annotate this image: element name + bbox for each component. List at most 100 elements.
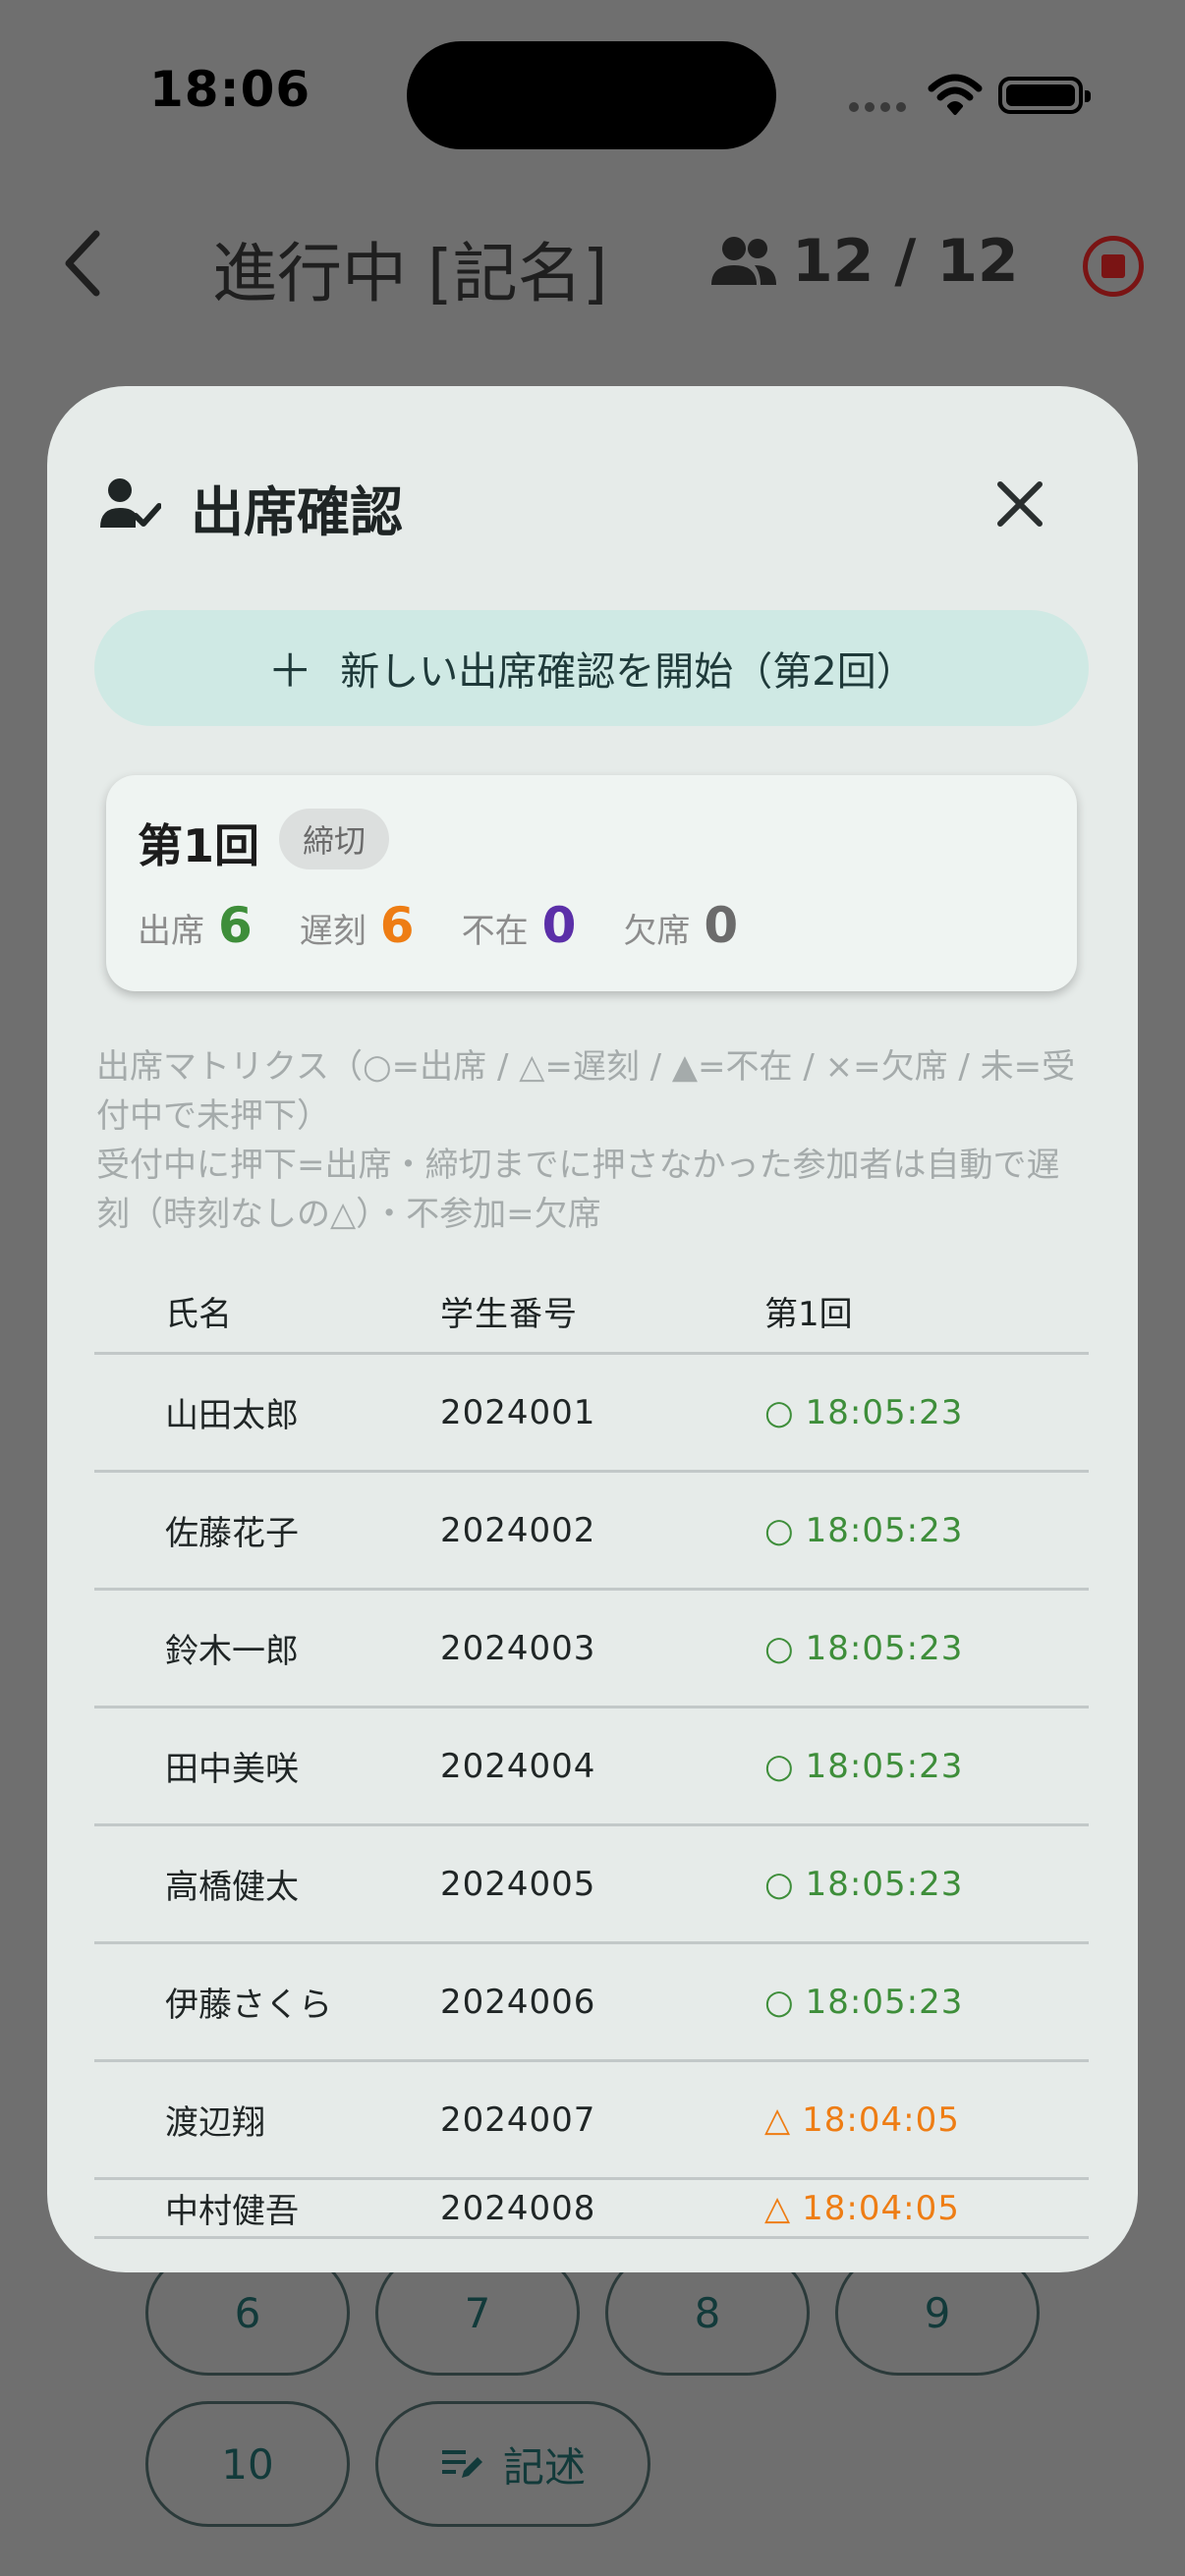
table-row: 伊藤さくら 2024006 ○ 18:05:23 xyxy=(94,1944,1089,2062)
attendance-mark-icon: △ xyxy=(764,2100,791,2140)
status-icons xyxy=(849,71,1091,120)
plus-icon: ＋ xyxy=(267,644,313,698)
screen: 18:06 進行中 [記名] 12 / 12 6 7 8 9 10 記述 出席確… xyxy=(0,0,1185,2576)
stats-row: 出席 6 遅刻 6 不在 0 欠席 0 xyxy=(138,897,785,954)
attendance-mark-icon: ○ xyxy=(764,1510,794,1550)
stat-label: 不在 xyxy=(461,912,529,951)
stat-absent: 欠席 0 xyxy=(623,897,738,954)
close-icon[interactable] xyxy=(990,475,1049,533)
attendance-mark-icon: ○ xyxy=(764,1982,794,2022)
cell-name: 高橋健太 xyxy=(165,1868,299,1907)
cell-round: △ 18:04:05 xyxy=(764,2100,1089,2140)
cell-round: ○ 18:05:23 xyxy=(764,1393,1089,1432)
cell-round: ○ 18:05:23 xyxy=(764,1511,1089,1550)
cell-name: 伊藤さくら xyxy=(165,1986,332,2025)
cell-time: 18:05:23 xyxy=(805,1510,964,1550)
participant-count: 12 / 12 xyxy=(792,227,1019,296)
stat-value: 0 xyxy=(541,897,577,954)
battery-icon xyxy=(998,77,1091,114)
cell-student-id: 2024006 xyxy=(440,1982,596,2022)
stat-value: 6 xyxy=(218,897,253,954)
cell-student-id: 2024007 xyxy=(440,2100,596,2140)
pad-label: 10 xyxy=(221,2439,274,2489)
table-row: 鈴木一郎 2024003 ○ 18:05:23 xyxy=(94,1591,1089,1708)
table-row: 高橋健太 2024005 ○ 18:05:23 xyxy=(94,1826,1089,1944)
cell-round: △ 18:04:05 xyxy=(764,2189,1089,2228)
start-button-label: 新しい出席確認を開始（第2回） xyxy=(340,649,916,695)
cell-student-id: 2024003 xyxy=(440,1628,596,1668)
stat-label: 欠席 xyxy=(623,912,691,951)
cell-time: 18:04:05 xyxy=(802,2188,960,2228)
cell-round: ○ 18:05:23 xyxy=(764,1983,1089,2022)
status-time: 18:06 xyxy=(149,61,311,118)
start-attendance-button[interactable]: ＋ 新しい出席確認を開始（第2回） xyxy=(94,610,1089,726)
stat-present: 出席 6 xyxy=(138,897,253,954)
note-rule: 受付中に押下=出席・締切までに押さなかった参加者は自動で遅刻（時刻なしの△）・不… xyxy=(96,1146,1060,1234)
attendance-mark-icon: ○ xyxy=(764,1628,794,1668)
header-round: 第1回 xyxy=(764,1295,853,1334)
cell-student-id: 2024004 xyxy=(440,1746,596,1786)
cell-student-id: 2024001 xyxy=(440,1392,596,1432)
dialog-title: 出席確認 xyxy=(191,481,403,543)
attendance-mark-icon: ○ xyxy=(764,1864,794,1904)
memo-button[interactable]: 記述 xyxy=(375,2401,650,2527)
table-row: 佐藤花子 2024002 ○ 18:05:23 xyxy=(94,1473,1089,1591)
page-title: 進行中 [記名] xyxy=(212,236,608,311)
cell-name: 田中美咲 xyxy=(165,1750,299,1789)
stop-button[interactable] xyxy=(1083,236,1144,297)
attendance-mark-icon: △ xyxy=(764,2188,791,2228)
pad-button-10[interactable]: 10 xyxy=(145,2401,350,2527)
back-icon[interactable] xyxy=(55,224,114,303)
cell-student-id: 2024005 xyxy=(440,1864,596,1904)
attendance-table: 氏名 学生番号 第1回 山田太郎 2024001 ○ 18:05:23 佐藤花子 2024… xyxy=(94,1270,1089,2239)
pad-label: 8 xyxy=(694,2288,721,2337)
cell-time: 18:05:23 xyxy=(805,1392,964,1432)
table-row: 渡辺翔 2024007 △ 18:04:05 xyxy=(94,2062,1089,2180)
signal-icon xyxy=(849,102,906,112)
cell-student-id: 2024002 xyxy=(440,1510,596,1550)
memo-label: 記述 xyxy=(502,2442,586,2492)
pad-label: 7 xyxy=(464,2288,491,2337)
dynamic-island xyxy=(407,41,776,149)
wifi-icon xyxy=(928,74,983,115)
header-name: 氏名 xyxy=(165,1295,232,1334)
cell-student-id: 2024008 xyxy=(440,2188,596,2228)
attendance-mark-icon: ○ xyxy=(764,1746,794,1786)
matrix-notes: 出席マトリクス（○=出席 / △=遅刻 / ▲=不在 / ×=欠席 / 未=受付… xyxy=(96,1042,1091,1239)
stat-late: 遅刻 6 xyxy=(300,897,415,954)
cell-round: ○ 18:05:23 xyxy=(764,1865,1089,1904)
cell-round: ○ 18:05:23 xyxy=(764,1629,1089,1668)
status-badge: 締切 xyxy=(279,809,390,869)
cell-time: 18:05:23 xyxy=(805,1982,964,2022)
cell-name: 鈴木一郎 xyxy=(165,1632,299,1671)
cell-time: 18:05:23 xyxy=(805,1746,964,1786)
stat-label: 遅刻 xyxy=(299,912,367,951)
cell-time: 18:04:05 xyxy=(802,2100,960,2140)
table-row: 山田太郎 2024001 ○ 18:05:23 xyxy=(94,1355,1089,1473)
round-card[interactable]: 第1回 締切 出席 6 遅刻 6 不在 0 欠席 0 xyxy=(106,775,1077,991)
table-body: 山田太郎 2024001 ○ 18:05:23 佐藤花子 2024002 ○ 18:05:23… xyxy=(94,1355,1089,2239)
attendance-mark-icon: ○ xyxy=(764,1392,794,1432)
pad-label: 6 xyxy=(234,2288,261,2337)
cell-name: 佐藤花子 xyxy=(165,1514,299,1553)
stat-value: 0 xyxy=(704,897,739,954)
cell-name: 中村健吾 xyxy=(165,2192,299,2231)
note-legend: 出席マトリクス（○=出席 / △=遅刻 / ▲=不在 / ×=欠席 / 未=受付… xyxy=(96,1047,1076,1136)
cell-name: 渡辺翔 xyxy=(165,2103,265,2143)
memo-edit-icon xyxy=(441,2450,482,2478)
cell-name: 山田太郎 xyxy=(165,1396,299,1435)
attendance-dialog: 出席確認 ＋ 新しい出席確認を開始（第2回） 第1回 締切 出席 6 遅刻 6 xyxy=(47,386,1138,2272)
stat-away: 不在 0 xyxy=(462,897,577,954)
stat-value: 6 xyxy=(379,897,415,954)
round-title: 第1回 xyxy=(138,819,260,872)
person-check-icon xyxy=(100,478,161,528)
table-header: 氏名 学生番号 第1回 xyxy=(94,1270,1089,1355)
cell-time: 18:05:23 xyxy=(805,1628,964,1668)
table-row: 中村健吾 2024008 △ 18:04:05 xyxy=(94,2180,1089,2239)
stat-label: 出席 xyxy=(138,912,204,951)
pad-label: 9 xyxy=(924,2288,951,2337)
header-student-id: 学生番号 xyxy=(440,1295,578,1334)
cell-round: ○ 18:05:23 xyxy=(764,1747,1089,1786)
table-row: 田中美咲 2024004 ○ 18:05:23 xyxy=(94,1708,1089,1826)
cell-time: 18:05:23 xyxy=(805,1864,964,1904)
